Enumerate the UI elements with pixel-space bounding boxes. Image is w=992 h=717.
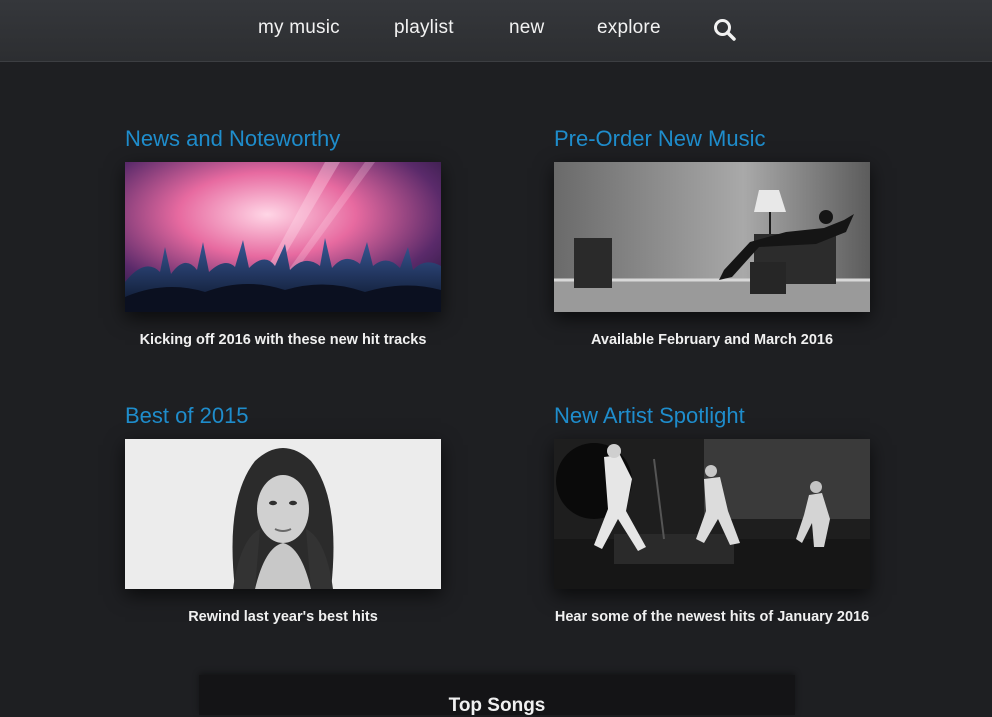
card-title[interactable]: Pre-Order New Music: [554, 126, 765, 152]
listener-in-armchair-image[interactable]: [554, 162, 870, 312]
card-title[interactable]: Best of 2015: [125, 403, 249, 429]
nav-playlist[interactable]: playlist: [394, 17, 454, 39]
card-caption: Available February and March 2016: [590, 332, 834, 348]
top-songs-title: Top Songs: [448, 695, 546, 716]
band-on-stage-image[interactable]: [554, 439, 870, 589]
card-title[interactable]: News and Noteworthy: [125, 126, 340, 152]
nav-explore[interactable]: explore: [597, 17, 661, 39]
card-caption: Rewind last year's best hits: [188, 609, 378, 625]
artist-portrait-image[interactable]: [125, 439, 441, 589]
top-songs-panel: Top Songs: [199, 675, 795, 716]
search-icon[interactable]: [712, 17, 738, 43]
top-nav-bar: my music playlist new explore: [0, 0, 992, 62]
card-caption: Kicking off 2016 with these new hit trac…: [139, 332, 427, 348]
nav-new[interactable]: new: [509, 17, 544, 39]
nav-my-music[interactable]: my music: [258, 17, 340, 39]
card-caption: Hear some of the newest hits of January …: [554, 609, 870, 625]
card-title[interactable]: New Artist Spotlight: [554, 403, 745, 429]
concert-crowd-image[interactable]: [125, 162, 441, 312]
